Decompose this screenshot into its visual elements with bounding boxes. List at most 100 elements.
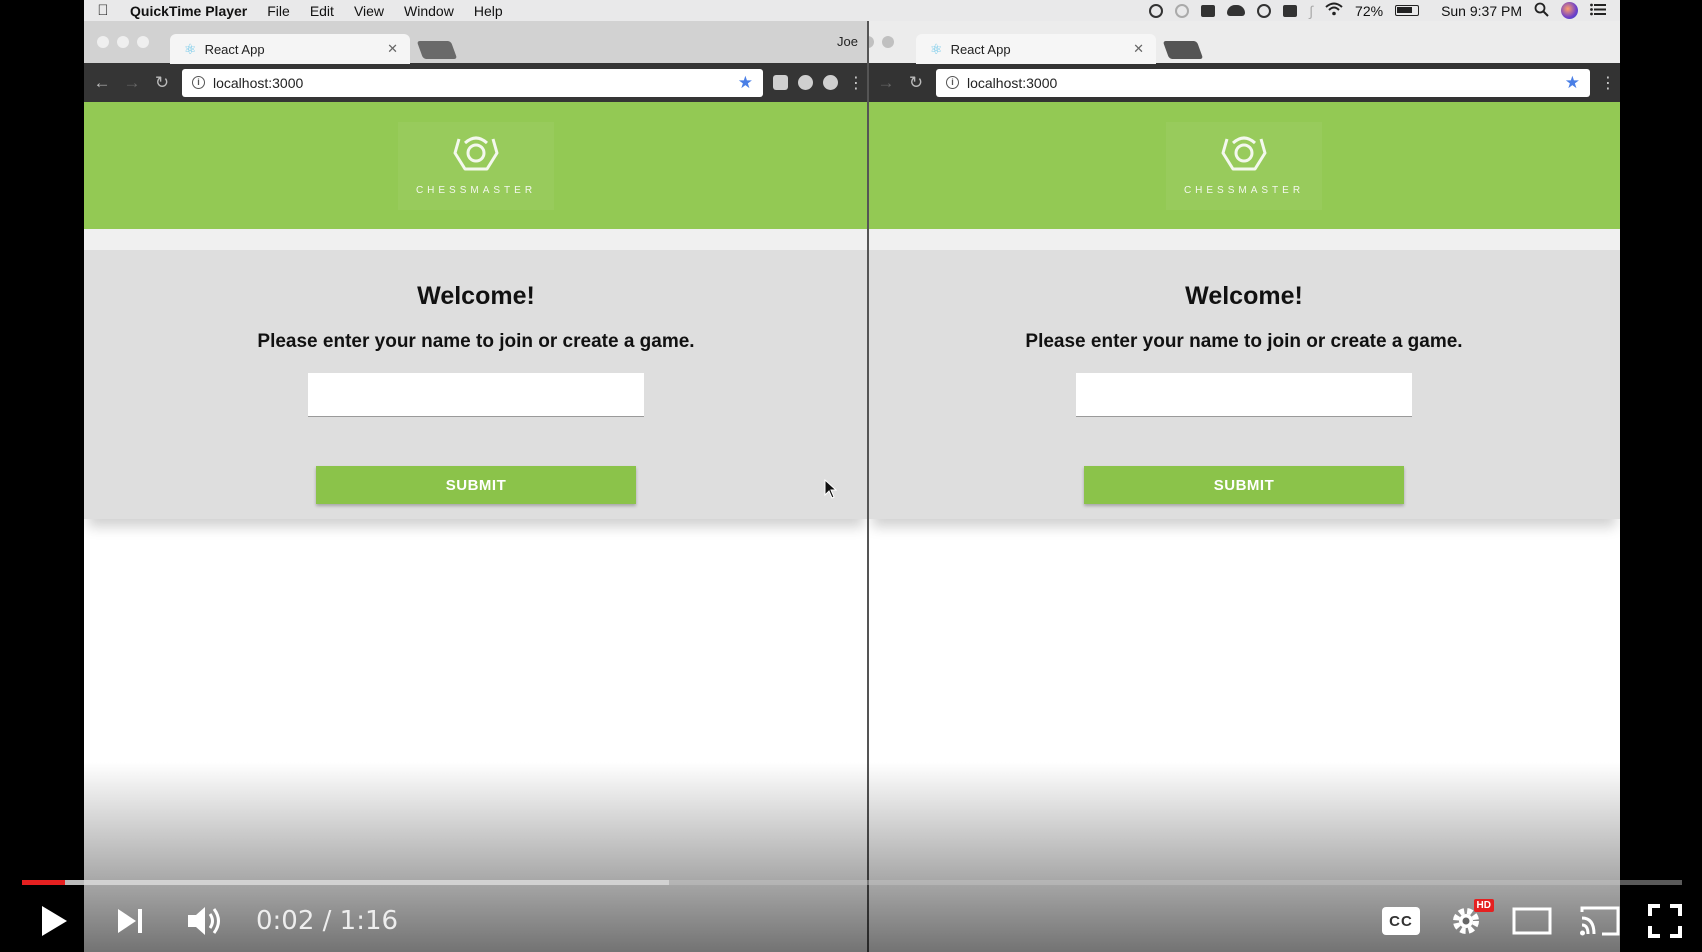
player-controls: 0:02 / 1:16 CC HD	[0, 893, 1702, 949]
bluetooth-icon[interactable]: ∫	[1309, 3, 1313, 19]
evernote-icon[interactable]	[1201, 4, 1216, 17]
address-bar[interactable]: i localhost:3000 ★	[182, 68, 763, 97]
volume-icon	[188, 907, 220, 935]
record-icon[interactable]	[1149, 3, 1164, 18]
brand-name: CHESSMASTER	[1183, 185, 1305, 196]
theater-icon	[1512, 907, 1552, 935]
play-icon	[42, 906, 67, 936]
browser-menu-icon[interactable]: ⋮	[1600, 73, 1616, 93]
cloud-icon[interactable]	[1227, 5, 1246, 16]
forward-icon[interactable]: →	[122, 73, 142, 93]
status-area: ∫ 72% Sun 9:37 PM	[1149, 2, 1620, 20]
play-button[interactable]	[22, 893, 86, 949]
tab-title: React App	[204, 41, 265, 57]
site-info-icon[interactable]: i	[192, 76, 205, 89]
theater-mode-button[interactable]	[1512, 893, 1552, 949]
extension-shield-icon[interactable]	[798, 75, 813, 90]
name-input[interactable]	[1076, 373, 1412, 417]
welcome-heading: Welcome!	[1185, 282, 1303, 310]
submit-button[interactable]: SUBMIT	[316, 466, 636, 504]
address-bar[interactable]: i localhost:3000 ★	[936, 68, 1590, 97]
back-icon[interactable]: ←	[92, 73, 112, 93]
reload-icon[interactable]: ↻	[152, 73, 172, 93]
macos-menubar:  QuickTime Player File Edit View Window…	[84, 0, 1620, 21]
cast-button[interactable]	[1578, 893, 1622, 949]
volume-button[interactable]	[174, 893, 238, 949]
url-text: localhost:3000	[213, 74, 304, 91]
fullscreen-button[interactable]	[1648, 893, 1682, 949]
player-right-controls: CC HD	[1382, 893, 1702, 949]
forward-icon[interactable]: →	[876, 73, 896, 93]
name-input[interactable]	[308, 373, 644, 417]
react-favicon-icon: ⚛	[930, 40, 943, 57]
apple-menu-icon[interactable]: 	[84, 2, 122, 19]
menu-edit[interactable]: Edit	[300, 3, 344, 19]
menu-view[interactable]: View	[344, 3, 394, 19]
chessmaster-logo-icon	[1221, 136, 1267, 171]
notification-center-icon[interactable]	[1590, 3, 1606, 19]
name-prompt: Please enter your name to join or create…	[257, 331, 695, 352]
window-controls	[868, 36, 894, 48]
fullscreen-icon	[1648, 904, 1682, 938]
cc-label: CC	[1389, 912, 1413, 930]
brand-logo[interactable]: CHESSMASTER	[1166, 121, 1322, 210]
progress-bar[interactable]	[22, 880, 1682, 885]
close-window-button[interactable]	[97, 36, 109, 48]
menubar-clock[interactable]: Sun 9:37 PM	[1441, 3, 1522, 19]
submit-button[interactable]: SUBMIT	[1084, 466, 1404, 504]
welcome-heading: Welcome!	[417, 282, 535, 310]
close-tab-icon[interactable]: ✕	[1133, 41, 1144, 57]
menu-file[interactable]: File	[257, 3, 300, 19]
extension-calendar-icon[interactable]	[773, 75, 788, 90]
buffered-bar	[22, 880, 670, 885]
new-tab-button[interactable]	[1162, 41, 1204, 59]
brand-name: CHESSMASTER	[415, 185, 537, 196]
wifi-icon[interactable]	[1325, 2, 1343, 19]
header-banner: CHESSMASTER	[868, 102, 1620, 229]
reload-icon[interactable]: ↻	[906, 73, 926, 93]
new-tab-button[interactable]	[416, 41, 458, 59]
grid-app-icon[interactable]	[1283, 4, 1298, 17]
header-strip	[84, 229, 868, 250]
captions-button[interactable]: CC	[1382, 893, 1420, 949]
bookmark-star-icon[interactable]: ★	[1565, 73, 1580, 93]
next-button[interactable]	[98, 893, 162, 949]
brand-logo[interactable]: CHESSMASTER	[398, 121, 554, 210]
browser-toolbar: ← → ↻ i localhost:3000 ★ ⋮	[84, 63, 868, 102]
tab-react-app[interactable]: ⚛ React App ✕	[916, 34, 1156, 64]
minimize-window-button[interactable]	[882, 36, 894, 48]
browser-menu-icon[interactable]: ⋮	[848, 73, 864, 93]
dashlane-icon[interactable]	[1175, 3, 1190, 18]
hd-badge: HD	[1473, 899, 1494, 912]
tab-strip: ⚛ React App ✕ Joe	[84, 21, 868, 64]
tab-title: React App	[950, 41, 1011, 57]
minimize-window-button[interactable]	[117, 36, 129, 48]
user-avatar-icon[interactable]	[1561, 2, 1578, 19]
battery-icon[interactable]	[1395, 5, 1420, 16]
welcome-card: Welcome! Please enter your name to join …	[868, 250, 1620, 519]
close-tab-icon[interactable]: ✕	[387, 41, 398, 57]
mouse-cursor-icon	[824, 478, 838, 504]
settings-button[interactable]: HD	[1446, 893, 1494, 949]
cast-icon	[1580, 906, 1620, 936]
screen:  QuickTime Player File Edit View Window…	[0, 0, 1702, 952]
header-strip	[868, 229, 1620, 250]
cc-icon: CC	[1382, 907, 1420, 935]
time-machine-icon[interactable]	[1257, 3, 1272, 18]
menu-window[interactable]: Window	[394, 3, 464, 19]
zoom-window-button[interactable]	[137, 36, 149, 48]
bookmark-star-icon[interactable]: ★	[738, 73, 753, 93]
battery-percent: 72%	[1355, 2, 1384, 19]
profile-name[interactable]: Joe	[837, 34, 858, 49]
welcome-card: Welcome! Please enter your name to join …	[84, 250, 868, 519]
extension-target-icon[interactable]	[823, 75, 838, 90]
chessmaster-logo-icon	[453, 136, 499, 171]
url-text: localhost:3000	[967, 74, 1058, 91]
menu-help[interactable]: Help	[464, 3, 513, 19]
played-bar	[22, 880, 66, 885]
menu-app-name[interactable]: QuickTime Player	[122, 3, 257, 19]
spotlight-icon[interactable]	[1534, 2, 1549, 20]
react-favicon-icon: ⚛	[184, 40, 197, 57]
site-info-icon[interactable]: i	[946, 76, 959, 89]
tab-react-app[interactable]: ⚛ React App ✕	[170, 34, 410, 64]
